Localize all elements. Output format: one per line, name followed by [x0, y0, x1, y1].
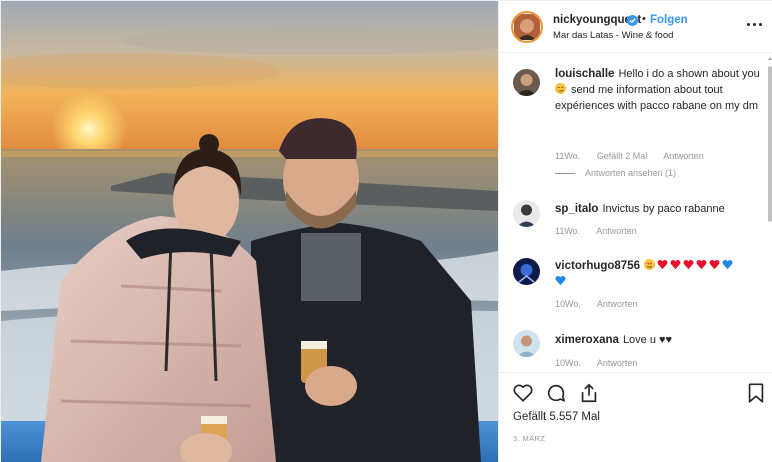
- post-date: 3. MÄRZ: [513, 434, 546, 443]
- share-icon[interactable]: [578, 382, 600, 404]
- comments-scrollbar[interactable]: [767, 54, 772, 372]
- post-header: nickyoungquest • Folgen Mar das Latas - …: [499, 1, 772, 53]
- commenter-avatar[interactable]: [513, 69, 540, 96]
- scroll-up-arrow[interactable]: [768, 57, 772, 60]
- comment-username[interactable]: ximeroxana: [555, 334, 619, 346]
- likes-count[interactable]: Gefällt 5.557 Mal: [513, 411, 600, 423]
- comment-text: victorhugo8756: [555, 258, 760, 290]
- comment-icon[interactable]: [545, 382, 567, 404]
- comment-like-count[interactable]: Gefällt 2 Mal: [597, 151, 648, 161]
- comment-age: 11Wo.: [555, 151, 581, 161]
- red-heart-emoji: [670, 260, 681, 270]
- reply-button[interactable]: Antworten: [596, 226, 637, 236]
- bookmark-icon[interactable]: [745, 382, 767, 404]
- view-replies-label: Antworten ansehen (1): [585, 168, 677, 178]
- author-avatar[interactable]: [511, 11, 543, 43]
- reply-button[interactable]: Antworten: [597, 299, 638, 309]
- comment-age: 10Wo.: [555, 358, 581, 368]
- heart-eyes-emoji: [644, 259, 655, 270]
- commenter-avatar[interactable]: [513, 258, 540, 285]
- couple-sunset-photo: [1, 1, 498, 462]
- blue-heart-emoji: [722, 260, 733, 270]
- scrollbar-thumb[interactable]: [768, 66, 772, 222]
- verified-badge-icon: [627, 15, 638, 26]
- reply-button[interactable]: Antworten: [663, 151, 704, 161]
- red-heart-emoji: [696, 260, 707, 270]
- comment-username[interactable]: louischalle: [555, 68, 614, 80]
- follow-button[interactable]: Folgen: [650, 14, 688, 26]
- comment-text: sp_italo Invictus by paco rabanne: [555, 201, 760, 217]
- comment-meta: 11Wo. Gefällt 2 Mal Antworten: [555, 151, 718, 161]
- commenter-avatar-image: [513, 200, 540, 227]
- more-options-icon[interactable]: [746, 17, 764, 31]
- comment-age: 10Wo.: [555, 299, 581, 309]
- likes-count-text: Gefällt 5.557 Mal: [513, 411, 600, 423]
- header-separator-dot: •: [642, 13, 646, 25]
- comment-body: Love u ♥♥: [622, 334, 673, 346]
- red-heart-emoji: [709, 260, 720, 270]
- heart-icon[interactable]: [512, 382, 534, 404]
- commenter-avatar-image: [513, 258, 540, 285]
- author-avatar-image: [514, 14, 540, 40]
- comment-username[interactable]: sp_italo: [555, 203, 598, 215]
- commenter-avatar[interactable]: [513, 200, 540, 227]
- commenter-avatar-image: [513, 69, 540, 96]
- comment-username[interactable]: victorhugo8756: [555, 260, 640, 272]
- blue-heart-emoji: [555, 276, 566, 286]
- comments-list[interactable]: louischalle Hello i do a shown about you …: [499, 54, 772, 372]
- commenter-avatar[interactable]: [513, 330, 540, 357]
- comment-body: Invictus by paco rabanne: [602, 203, 725, 215]
- smirk-emoji: [555, 83, 566, 94]
- comment-age: 11Wo.: [555, 226, 581, 236]
- instagram-post: nickyoungquest • Folgen Mar das Latas - …: [0, 0, 772, 462]
- post-photo[interactable]: [1, 1, 498, 462]
- post-actions: Gefällt 5.557 Mal 3. MÄRZ: [499, 372, 772, 462]
- reply-button[interactable]: Antworten: [597, 358, 638, 368]
- comment-body-continued: send me information about tout expérienc…: [555, 84, 758, 112]
- commenter-avatar-image: [513, 330, 540, 357]
- comment-body: Hello i do a shown about you: [618, 68, 760, 80]
- comment-meta: 10Wo. Antworten: [555, 299, 651, 309]
- post-location[interactable]: Mar das Latas - Wine & food: [553, 30, 673, 41]
- comment-text: louischalle Hello i do a shown about you …: [555, 66, 760, 114]
- red-heart-emoji: [683, 260, 694, 270]
- post-sidebar: nickyoungquest • Folgen Mar das Latas - …: [498, 1, 772, 462]
- comment-meta: 11Wo. Antworten: [555, 226, 651, 236]
- comment-meta: 10Wo. Antworten: [555, 358, 651, 368]
- red-heart-emoji: [657, 260, 668, 270]
- view-replies-line: [555, 173, 575, 175]
- comment-text: ximeroxana Love u ♥♥: [555, 332, 760, 348]
- view-replies-button[interactable]: Antworten ansehen (1): [555, 168, 676, 178]
